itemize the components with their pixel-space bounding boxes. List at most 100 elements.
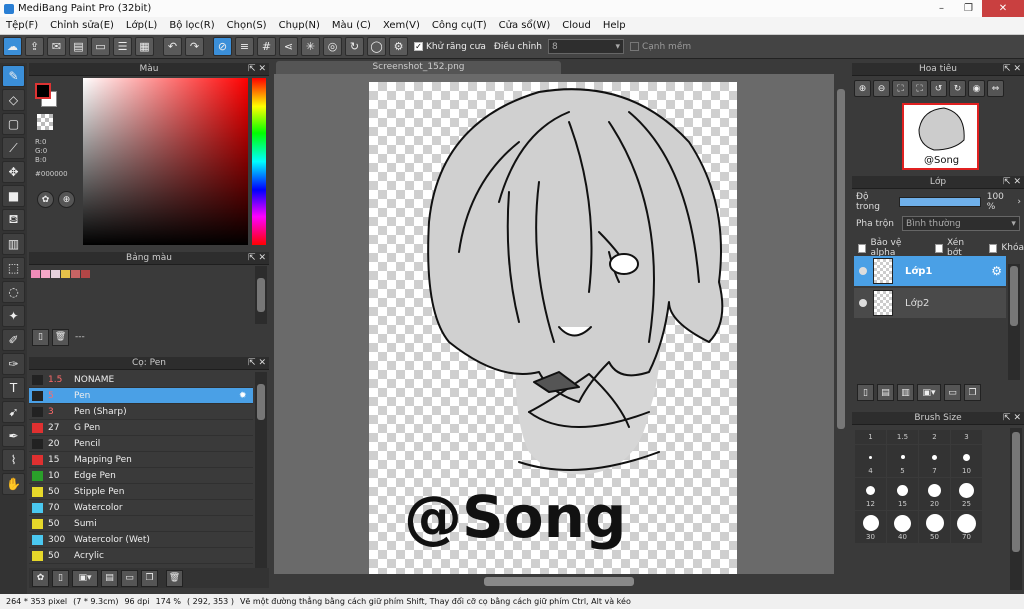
brush-size-option[interactable]: 15 bbox=[887, 478, 918, 510]
panel-controls[interactable]: ⇱ ✕ bbox=[248, 63, 266, 76]
new-1bit-layer-icon[interactable]: ▥ bbox=[897, 384, 914, 401]
brush-size-option[interactable]: 7 bbox=[919, 445, 950, 477]
menu-view[interactable]: Xem(V) bbox=[377, 20, 426, 31]
navigator-thumbnail[interactable]: @Song bbox=[902, 103, 979, 170]
brush-row[interactable]: 20 Pencil bbox=[29, 436, 253, 452]
curve-snap-icon[interactable]: ↻ bbox=[345, 37, 364, 56]
gradient-tool-icon[interactable]: ▥ bbox=[2, 233, 25, 255]
eraser-tool-icon[interactable]: ◇ bbox=[2, 89, 25, 111]
brush-size-option[interactable]: 50 bbox=[919, 511, 950, 543]
palette-swatch[interactable] bbox=[41, 270, 50, 278]
clipping-checkbox[interactable] bbox=[934, 243, 944, 253]
hand-tool-icon[interactable]: ✋ bbox=[2, 473, 25, 495]
zoom-out-icon[interactable]: ⊖ bbox=[873, 80, 890, 97]
lasso-icon[interactable]: ◌ bbox=[2, 281, 25, 303]
soft-edge-checkbox[interactable] bbox=[629, 42, 639, 51]
grid-snap-icon[interactable]: # bbox=[257, 37, 276, 56]
panel-controls[interactable]: ⇱ ✕ bbox=[248, 252, 266, 265]
menu-file[interactable]: Tệp(F) bbox=[0, 20, 44, 31]
hue-slider[interactable] bbox=[252, 78, 266, 245]
canvas-vertical-scrollbar[interactable] bbox=[834, 74, 848, 574]
menu-layer[interactable]: Lớp(L) bbox=[120, 20, 163, 31]
select-pen-icon[interactable]: ✐ bbox=[2, 329, 25, 351]
new-halftone-layer-icon[interactable]: ▤ bbox=[877, 384, 894, 401]
rotate-left-icon[interactable]: ↺ bbox=[930, 80, 947, 97]
gear-icon[interactable]: ✹ bbox=[239, 391, 253, 401]
eye-icon[interactable] bbox=[859, 299, 867, 307]
brush-row[interactable]: 5 Pen ✹ bbox=[29, 388, 253, 404]
brush-settings-icon[interactable]: ▤ bbox=[101, 569, 118, 587]
brush-menu-icon[interactable]: ▣▾ bbox=[72, 569, 98, 587]
antialias-checkbox[interactable]: ✓ bbox=[414, 42, 423, 51]
opacity-slider[interactable] bbox=[898, 197, 981, 207]
brush-size-scrollbar[interactable] bbox=[1010, 428, 1022, 590]
brush-row[interactable]: 50 Sumi bbox=[29, 516, 253, 532]
select-eraser-icon[interactable]: ✑ bbox=[2, 353, 25, 375]
fill-rect-tool-icon[interactable]: ■ bbox=[2, 185, 25, 207]
brush-row[interactable]: 3 Pen (Sharp) bbox=[29, 404, 253, 420]
zoom-in-icon[interactable]: ⊕ bbox=[854, 80, 871, 97]
brush-row[interactable]: 27 G Pen bbox=[29, 420, 253, 436]
panel-controls[interactable]: ⇱ ✕ bbox=[248, 357, 266, 370]
page-icon[interactable]: ▭ bbox=[91, 37, 110, 56]
redo-icon[interactable]: ↷ bbox=[185, 37, 204, 56]
panel-controls[interactable]: ⇱ ✕ bbox=[1003, 176, 1021, 189]
menu-help[interactable]: Help bbox=[597, 20, 632, 31]
brush-size-option[interactable]: 1 bbox=[855, 430, 886, 444]
palette-swatch[interactable] bbox=[81, 270, 90, 278]
maximize-button[interactable]: ❐ bbox=[955, 0, 982, 17]
chat-icon[interactable]: ✉ bbox=[47, 37, 66, 56]
eye-icon[interactable] bbox=[859, 267, 867, 275]
transparent-color-swatch[interactable] bbox=[37, 114, 53, 130]
brush-size-option[interactable]: 20 bbox=[919, 478, 950, 510]
menu-select[interactable]: Chọn(S) bbox=[221, 20, 273, 31]
fit-icon[interactable]: ⛶ bbox=[892, 80, 909, 97]
menu-edit[interactable]: Chỉnh sửa(E) bbox=[44, 20, 120, 31]
perspective-snap-icon[interactable]: ⋖ bbox=[279, 37, 298, 56]
divide-tool-icon[interactable]: ✒ bbox=[2, 425, 25, 447]
palette-swatch[interactable] bbox=[51, 270, 60, 278]
snap-off-icon[interactable]: ⊘ bbox=[213, 37, 232, 56]
protect-alpha-checkbox[interactable] bbox=[858, 243, 867, 253]
brush-size-option[interactable]: 25 bbox=[951, 478, 982, 510]
brush-size-option[interactable]: 10 bbox=[951, 445, 982, 477]
dot-tool-icon[interactable]: ⟋ bbox=[2, 137, 25, 159]
brush-row[interactable]: 300 Watercolor (Wet) bbox=[29, 532, 253, 548]
menu-color[interactable]: Màu (C) bbox=[326, 20, 377, 31]
saturation-value-square[interactable] bbox=[83, 78, 248, 245]
brush-row[interactable]: 70 Watercolor bbox=[29, 500, 253, 516]
actual-size-icon[interactable]: ⛶ bbox=[911, 80, 928, 97]
color-picker-icon[interactable]: ⊕ bbox=[58, 191, 75, 208]
brush-row[interactable]: 1.5 NONAME bbox=[29, 372, 253, 388]
select-rect-icon[interactable]: ⬚ bbox=[2, 257, 25, 279]
palette-scrollbar[interactable] bbox=[255, 266, 267, 324]
brush-size-option[interactable]: 4 bbox=[855, 445, 886, 477]
radial-snap-icon[interactable]: ✳ bbox=[301, 37, 320, 56]
new-palette-icon[interactable]: ▯ bbox=[32, 328, 49, 346]
delete-brush-icon[interactable]: 🗑 bbox=[166, 569, 183, 587]
foreground-color-swatch[interactable] bbox=[35, 83, 51, 99]
brush-tool-icon[interactable]: ✎ bbox=[2, 65, 25, 87]
eyedropper-icon[interactable]: ⌇ bbox=[2, 449, 25, 471]
brush-size-option[interactable]: 5 bbox=[887, 445, 918, 477]
layer-folder-icon[interactable]: ▭ bbox=[944, 384, 961, 401]
new-brush-icon[interactable]: ▯ bbox=[52, 569, 69, 587]
close-button[interactable]: ✕ bbox=[982, 0, 1024, 17]
cloud-save-icon[interactable]: ☁ bbox=[3, 37, 22, 56]
share-icon[interactable]: ⇪ bbox=[25, 37, 44, 56]
parallel-snap-icon[interactable]: ≡ bbox=[235, 37, 254, 56]
layer-row[interactable]: Lớp2 bbox=[854, 288, 1006, 318]
brush-row[interactable]: 10 Edge Pen bbox=[29, 468, 253, 484]
brush-row[interactable]: 50 Acrylic bbox=[29, 548, 253, 564]
layer-menu-icon[interactable]: ▣▾ bbox=[917, 384, 941, 401]
reset-rotation-icon[interactable]: ◉ bbox=[968, 80, 985, 97]
brush-row[interactable]: 50 Stipple Pen bbox=[29, 484, 253, 500]
palette-swatch[interactable] bbox=[61, 270, 70, 278]
blend-mode-select[interactable]: Bình thường ▾ bbox=[901, 216, 1020, 231]
canvas-horizontal-scrollbar[interactable] bbox=[274, 574, 849, 588]
brush-size-option[interactable]: 40 bbox=[887, 511, 918, 543]
menu-cloud[interactable]: Cloud bbox=[556, 20, 597, 31]
brush-size-option[interactable]: 2 bbox=[919, 430, 950, 444]
correction-select[interactable]: 8 ▾ bbox=[547, 39, 624, 54]
new-layer-icon[interactable]: ▯ bbox=[857, 384, 874, 401]
